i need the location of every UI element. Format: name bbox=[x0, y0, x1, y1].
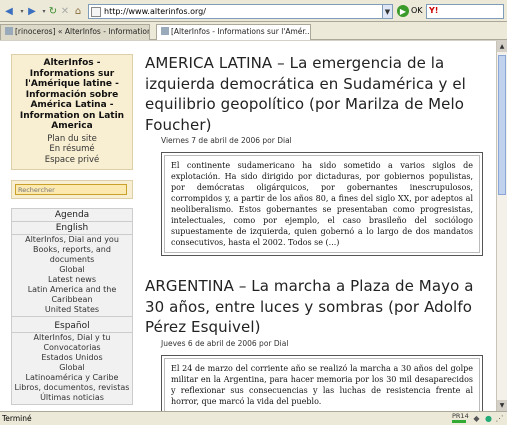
nav-item[interactable]: Books, reports, and documents bbox=[12, 245, 132, 265]
url-bar[interactable] bbox=[88, 4, 393, 19]
article-date: Viernes 7 de abril de 2006 por Dial bbox=[161, 136, 292, 145]
article-summary-box: El continente sudamericano ha sido somet… bbox=[161, 152, 483, 256]
nav-item[interactable]: AlterInfos, Dial and you bbox=[12, 235, 132, 245]
status-bar: Terminé PR14 ◆ ● ⋰ bbox=[0, 411, 507, 425]
article-title[interactable]: ARGENTINA – La marcha a Plaza de Mayo a … bbox=[145, 276, 485, 338]
resize-grip-icon[interactable]: ⋰ bbox=[495, 414, 504, 423]
nav-section-espanol: Español AlterInfos, Dial y tu Convocator… bbox=[12, 317, 132, 404]
nav-item[interactable]: United States bbox=[12, 305, 132, 315]
addon-icon[interactable]: ◆ bbox=[472, 414, 481, 423]
tab-bar: [rinoceros] « AlterInfos - Informations … bbox=[0, 22, 507, 40]
favicon-icon bbox=[161, 27, 169, 35]
page-viewport: AlterInfos - Informations sur l'Amérique… bbox=[0, 41, 496, 411]
pagerank-bar bbox=[452, 420, 466, 423]
article: ARGENTINA – La marcha a Plaza de Mayo a … bbox=[145, 276, 485, 411]
article-summary: El continente sudamericano ha sido somet… bbox=[164, 155, 480, 253]
page-icon bbox=[91, 6, 101, 17]
back-icon[interactable]: ◀ bbox=[3, 5, 15, 17]
nav-item[interactable]: Estados Unidos bbox=[12, 353, 132, 363]
go-button-label[interactable]: OK bbox=[411, 6, 423, 15]
nav-item[interactable]: Últimas noticias bbox=[12, 393, 132, 403]
nav-item[interactable]: Latin America and the Caribbean bbox=[12, 285, 132, 305]
stop-icon[interactable]: ✕ bbox=[59, 5, 71, 17]
search-input[interactable] bbox=[15, 184, 127, 195]
site-header: AlterInfos - Informations sur l'Amérique… bbox=[11, 54, 133, 170]
nav-heading-english[interactable]: English bbox=[12, 222, 132, 235]
article-date: Jueves 6 de abril de 2006 por Dial bbox=[161, 338, 289, 348]
article: AMERICA LATINA – La emergencia de la izq… bbox=[145, 53, 485, 256]
nav-item[interactable]: Global bbox=[12, 363, 132, 373]
nav-item[interactable]: AlterInfos, Dial y tu bbox=[12, 333, 132, 343]
link-site-map[interactable]: Plan du site bbox=[15, 134, 129, 145]
nav-item[interactable]: Global bbox=[12, 265, 132, 275]
nav-item[interactable]: Convocatorias bbox=[12, 343, 132, 353]
sidebar: AlterInfos - Informations sur l'Amérique… bbox=[11, 54, 133, 405]
security-icon[interactable]: ● bbox=[484, 414, 493, 423]
go-icon[interactable]: ▶ bbox=[397, 5, 409, 17]
scrollbar-thumb[interactable] bbox=[498, 55, 506, 195]
tab-alterinfos[interactable]: [AlterInfos - Informations sur l'Amér... bbox=[156, 24, 311, 40]
vertical-scrollbar[interactable]: ▲ ▼ bbox=[496, 41, 507, 411]
link-private-space[interactable]: Espace privé bbox=[15, 155, 129, 166]
sidebar-nav: Agenda English AlterInfos, Dial and you … bbox=[11, 208, 133, 405]
pagerank-indicator[interactable]: PR14 bbox=[452, 413, 469, 423]
link-summary[interactable]: En résumé bbox=[15, 144, 129, 155]
url-dropdown-icon[interactable]: ▼ bbox=[382, 5, 392, 18]
scroll-down-icon[interactable]: ▼ bbox=[497, 400, 507, 411]
nav-heading-espanol[interactable]: Español bbox=[12, 320, 132, 333]
favicon-icon bbox=[5, 27, 13, 35]
search-engine-logo[interactable]: Y! bbox=[429, 6, 438, 15]
search-engine-box[interactable]: Y! bbox=[426, 4, 504, 19]
status-text: Terminé bbox=[2, 414, 32, 423]
reload-icon[interactable]: ↻ bbox=[47, 5, 59, 17]
nav-agenda[interactable]: Agenda bbox=[12, 209, 132, 221]
url-input[interactable] bbox=[104, 7, 374, 16]
article-summary-box: El 24 de marzo del corriente año se real… bbox=[161, 354, 483, 411]
nav-section-english: English AlterInfos, Dial and you Books, … bbox=[12, 222, 132, 317]
home-icon[interactable]: ⌂ bbox=[72, 5, 84, 17]
site-title[interactable]: AlterInfos - Informations sur l'Amérique… bbox=[15, 58, 129, 132]
scroll-up-icon[interactable]: ▲ bbox=[497, 41, 507, 52]
article-summary: El 24 de marzo del corriente año se real… bbox=[164, 357, 480, 411]
nav-item[interactable]: Latest news bbox=[12, 275, 132, 285]
forward-icon[interactable]: ▶ bbox=[26, 5, 38, 17]
nav-item[interactable]: Latinoamérica y Caribe bbox=[12, 373, 132, 383]
article-list: AMERICA LATINA – La emergencia de la izq… bbox=[145, 53, 485, 411]
nav-item[interactable]: Libros, documentos, revistas bbox=[12, 383, 132, 393]
article-title[interactable]: AMERICA LATINA – La emergencia de la izq… bbox=[145, 53, 485, 135]
tab-rinoceros[interactable]: [rinoceros] « AlterInfos - Informations … bbox=[0, 24, 150, 40]
site-search bbox=[11, 180, 133, 199]
browser-toolbar: ◀ ▾ ▶ ▾ ↻ ✕ ⌂ ▼ ▶ OK Y! bbox=[0, 0, 507, 22]
